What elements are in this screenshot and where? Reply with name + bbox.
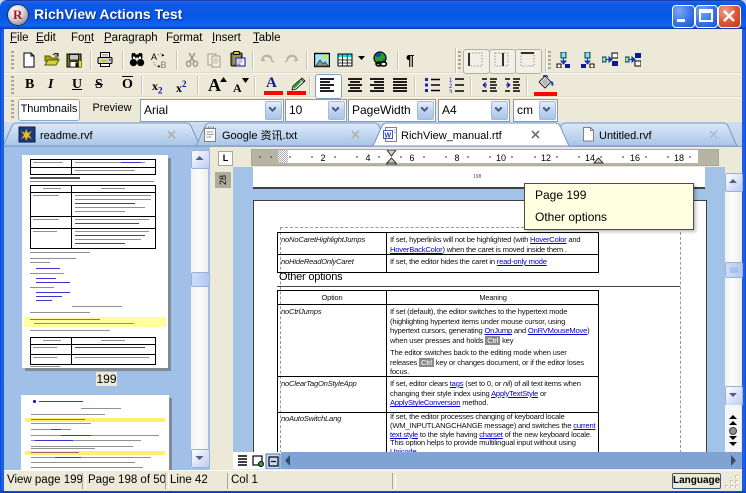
svg-text:2: 2 [320, 153, 325, 163]
svg-text:RichView_manual.rtf: RichView_manual.rtf [401, 130, 503, 142]
svg-text:A: A [151, 52, 157, 62]
svg-text:6: 6 [409, 153, 414, 163]
svg-text:14: 14 [585, 153, 595, 163]
svg-text:Untitled.rvf: Untitled.rvf [599, 130, 653, 142]
svg-text:10: 10 [496, 153, 506, 163]
svg-text:B: B [161, 60, 167, 68]
svg-text:4: 4 [365, 153, 370, 163]
svg-text:18: 18 [674, 153, 684, 163]
svg-text:readme.rvf: readme.rvf [40, 130, 94, 142]
svg-text:3: 3 [449, 90, 453, 93]
svg-text:Google 资讯.txt: Google 资讯.txt [222, 129, 297, 142]
svg-text:16: 16 [630, 153, 640, 163]
svg-text:12: 12 [541, 153, 551, 163]
svg-text:8: 8 [454, 153, 459, 163]
svg-text:W: W [385, 133, 392, 140]
